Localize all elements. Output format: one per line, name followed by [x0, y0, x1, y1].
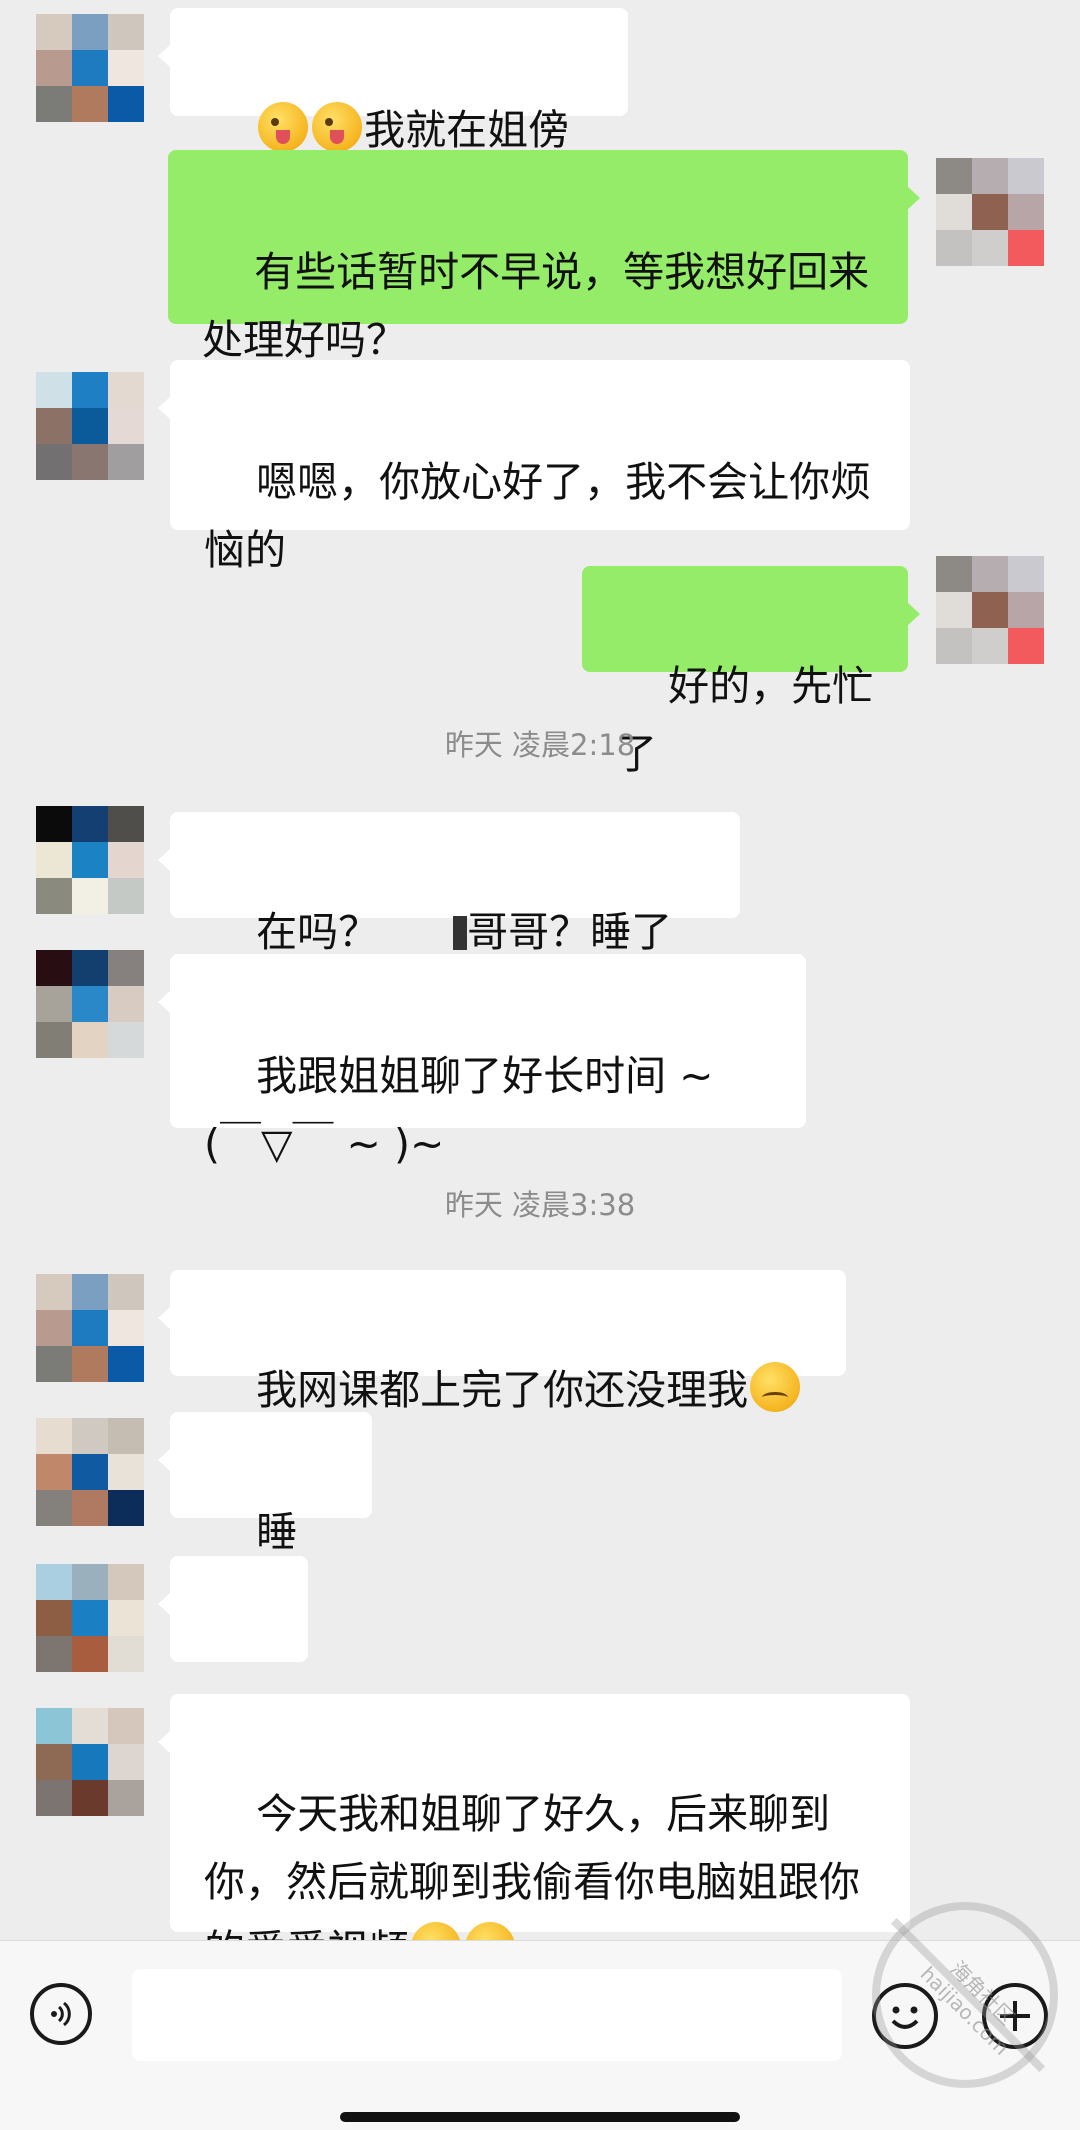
- message-bubble-incoming[interactable]: 我就在姐傍边: [158, 8, 628, 222]
- contact-avatar[interactable]: [36, 1418, 144, 1526]
- contact-avatar[interactable]: [36, 14, 144, 122]
- home-indicator[interactable]: [340, 2112, 740, 2122]
- voice-icon: [51, 2001, 71, 2027]
- timestamp: 昨天 凌晨3:38: [444, 1188, 636, 1222]
- message-bubble-incoming[interactable]: 今天我和姐聊了好久，后来聊到你，然后就聊到我偷看你电脑姐跟你的爱爱视频: [158, 1694, 910, 1974]
- contact-avatar[interactable]: [36, 950, 144, 1058]
- more-actions-button[interactable]: [982, 1983, 1048, 2049]
- contact-avatar[interactable]: [36, 1708, 144, 1816]
- message-text: 嗯嗯，你放心好了，我不会让你烦恼的: [204, 458, 872, 574]
- message-text: 我跟姐姐聊了好长时间 ~ (￣▽￣ ~ )~: [204, 1052, 727, 1168]
- message-bubble-incoming[interactable]: 睡着了: [158, 1412, 372, 1624]
- message-text: 在吗？: [256, 908, 380, 956]
- message-text: 我网课都上完了你还没理我: [256, 1366, 749, 1414]
- message-bubble-outgoing[interactable]: 好的，先忙了: [582, 566, 920, 778]
- contact-avatar[interactable]: [36, 1564, 144, 1672]
- wink-tongue-emoji-icon: [312, 102, 363, 152]
- self-avatar[interactable]: [936, 158, 1044, 266]
- message-bubble-incoming[interactable]: 在吗？哥哥？睡了没？: [158, 812, 740, 1024]
- emoji-face-icon: [891, 2006, 919, 2029]
- plus-icon: [1000, 2001, 1030, 2031]
- emoji-button[interactable]: [872, 1983, 938, 2049]
- message-text: 有些话暂时不早说，等我想好回来处理好吗？: [202, 248, 870, 364]
- contact-avatar[interactable]: [36, 372, 144, 480]
- self-avatar[interactable]: [936, 556, 1044, 664]
- censored-name-block: [453, 916, 468, 950]
- voice-input-button[interactable]: [30, 1983, 92, 2045]
- message-bubble-incoming[interactable]: ???: [158, 1556, 308, 1768]
- frown-emoji-icon: [750, 1362, 801, 1412]
- contact-avatar[interactable]: [36, 1274, 144, 1382]
- wink-tongue-emoji-icon: [258, 102, 309, 152]
- message-bubble-outgoing[interactable]: 有些话暂时不早说，等我想好回来处理好吗？: [168, 150, 920, 364]
- message-bubble-incoming[interactable]: 我网课都上完了你还没理我: [158, 1270, 846, 1414]
- timestamp: 昨天 凌晨2:18: [444, 728, 636, 762]
- message-bubble-incoming[interactable]: 嗯嗯，你放心好了，我不会让你烦恼的: [158, 360, 910, 574]
- message-bubble-incoming[interactable]: 我跟姐姐聊了好长时间 ~ (￣▽￣ ~ )~: [158, 954, 806, 1168]
- contact-avatar[interactable]: [36, 806, 144, 914]
- input-bar: [0, 1940, 1080, 2130]
- message-input[interactable]: [132, 1969, 842, 2061]
- chat-screen: 我就在姐傍边 有些话暂时不早说，等我想好回来处理好吗？ 嗯嗯，你放心好了，我不会…: [0, 0, 1080, 2130]
